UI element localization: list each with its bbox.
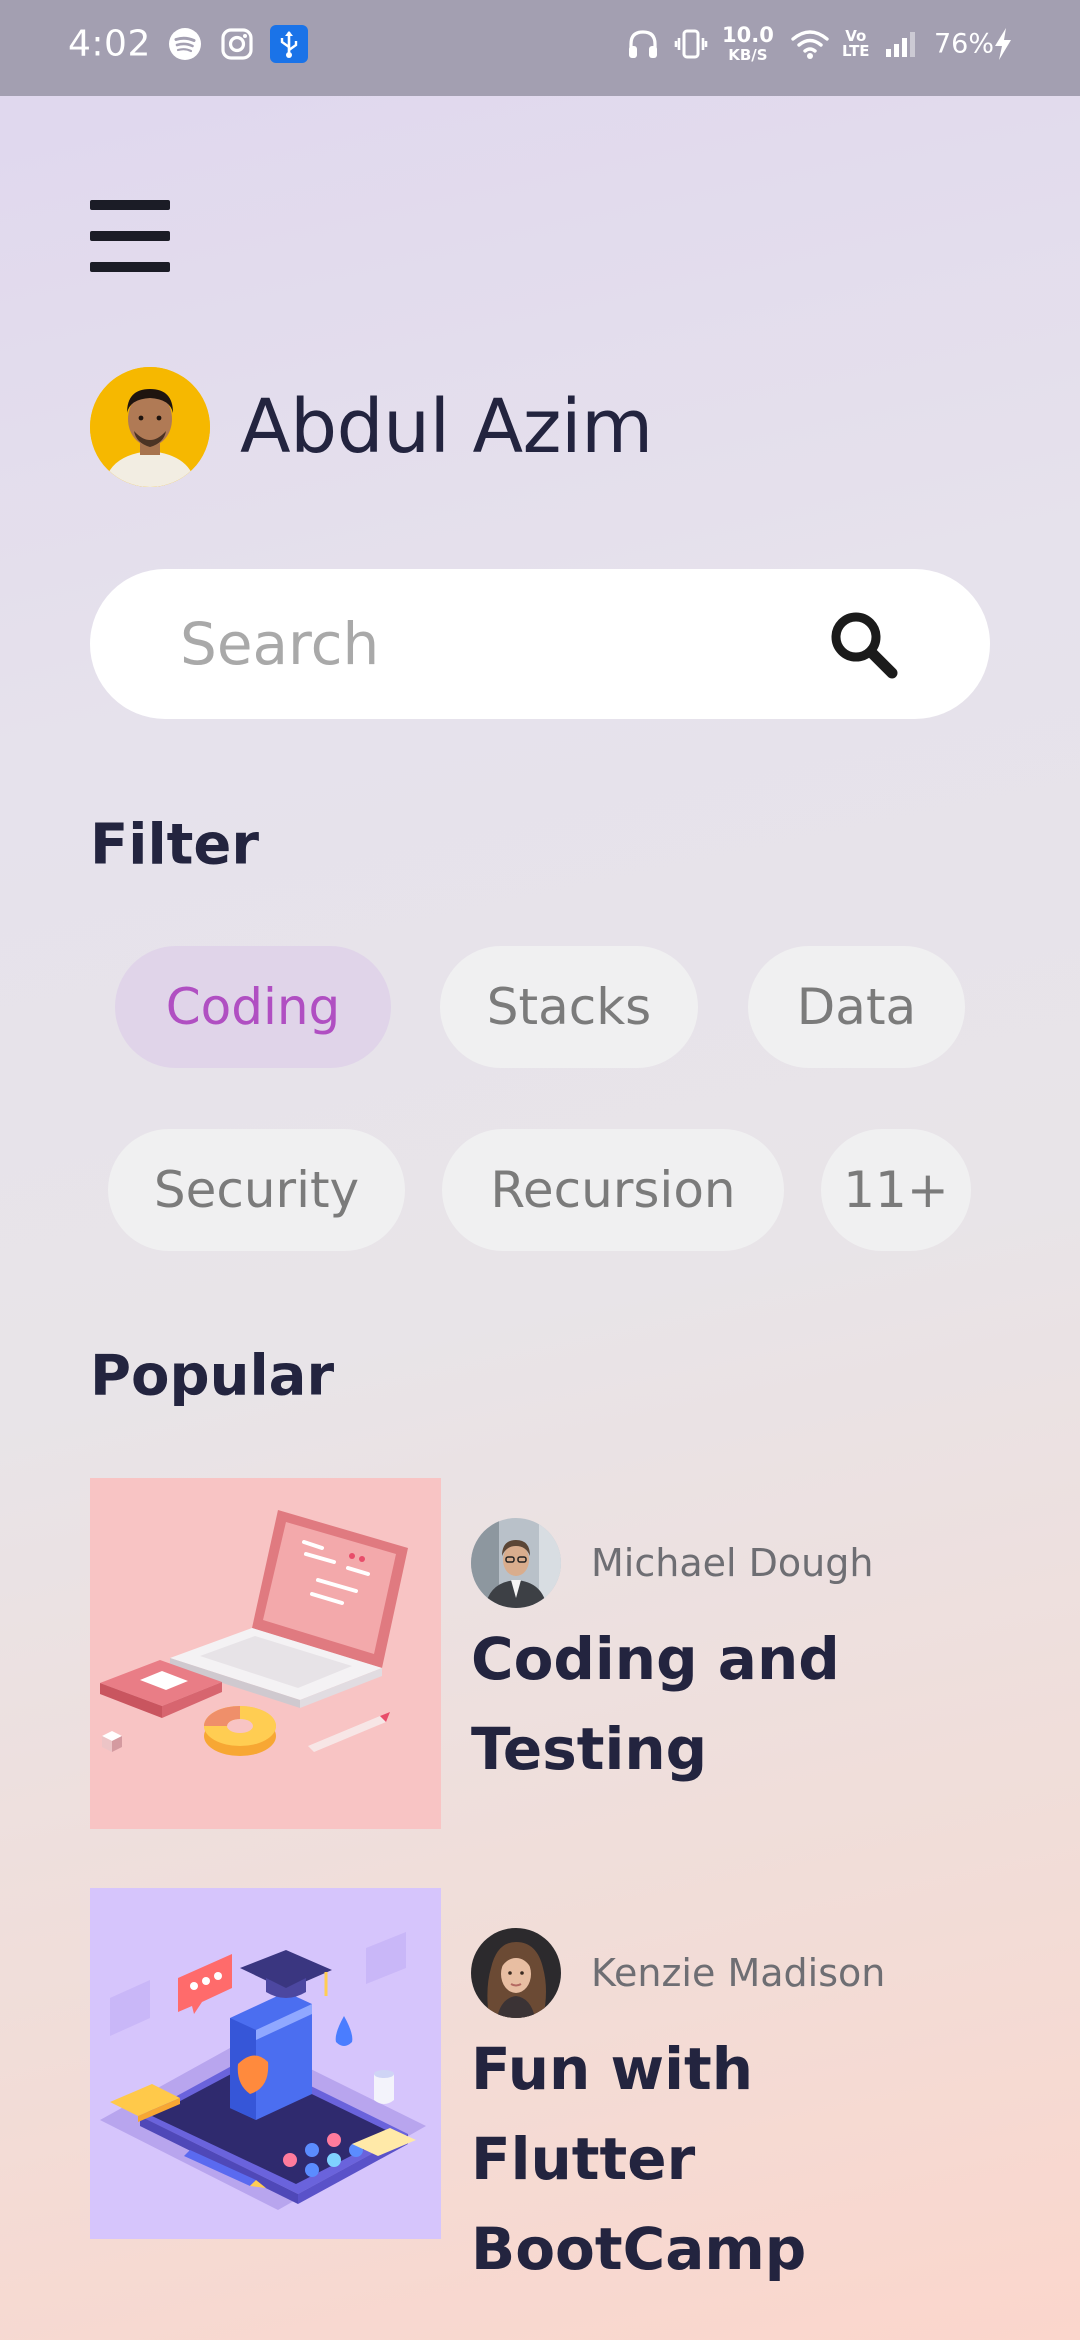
author-name: Kenzie Madison bbox=[591, 1951, 886, 1995]
course-title-line: Testing bbox=[471, 1715, 708, 1783]
popular-title: Popular bbox=[90, 1343, 335, 1409]
user-portrait-icon bbox=[90, 367, 210, 487]
spotify-icon bbox=[168, 27, 202, 61]
mobile-learning-illustration-icon bbox=[90, 1888, 441, 2239]
search-bar[interactable] bbox=[90, 569, 990, 719]
filter-chip-more[interactable]: 11+ bbox=[821, 1129, 971, 1251]
status-time: 4:02 bbox=[68, 23, 151, 65]
course-thumbnail bbox=[90, 1888, 441, 2239]
network-speed-unit: KB/S bbox=[728, 46, 768, 64]
volte-indicator: Vo LTE bbox=[842, 29, 870, 59]
search-icon[interactable] bbox=[826, 607, 902, 683]
instagram-icon bbox=[220, 27, 254, 61]
user-avatar[interactable] bbox=[90, 367, 210, 487]
filter-chip-security[interactable]: Security bbox=[108, 1129, 405, 1251]
network-speed: 10.0 KB/S bbox=[722, 25, 774, 63]
filter-chip-recursion[interactable]: Recursion bbox=[442, 1129, 784, 1251]
hamburger-menu-icon[interactable] bbox=[90, 200, 170, 272]
status-bar: 4:02 10.0 KB/S Vo LTE 76% bbox=[0, 0, 1080, 96]
headphones-icon bbox=[626, 27, 660, 61]
menu-bar bbox=[90, 231, 170, 241]
search-input[interactable] bbox=[180, 569, 800, 719]
user-name: Abdul Azim bbox=[240, 384, 653, 470]
author-portrait-icon bbox=[471, 1928, 561, 2018]
menu-bar bbox=[90, 262, 170, 272]
course-card[interactable]: Michael Dough Coding and Testing bbox=[90, 1478, 990, 1829]
course-card[interactable]: Kenzie Madison Fun with Flutter BootCamp bbox=[90, 1888, 990, 2283]
laptop-illustration-icon bbox=[90, 1478, 441, 1829]
menu-bar bbox=[90, 200, 170, 210]
filter-chip-data[interactable]: Data bbox=[748, 946, 965, 1068]
network-speed-value: 10.0 bbox=[722, 23, 774, 47]
charging-icon bbox=[992, 27, 1014, 61]
author-avatar bbox=[471, 1928, 561, 2018]
course-title[interactable]: Fun with Flutter BootCamp bbox=[471, 2024, 990, 2294]
course-title[interactable]: Coding and Testing bbox=[471, 1614, 990, 1794]
volte-bottom-label: LTE bbox=[842, 42, 870, 60]
usb-icon bbox=[270, 25, 308, 63]
signal-icon bbox=[884, 29, 918, 59]
course-title-line: Fun with Flutter bbox=[471, 2035, 753, 2193]
course-thumbnail bbox=[90, 1478, 441, 1829]
author-name: Michael Dough bbox=[591, 1541, 874, 1585]
filter-chip-coding[interactable]: Coding bbox=[115, 946, 391, 1068]
course-title-line: BootCamp bbox=[471, 2215, 807, 2283]
author-portrait-icon bbox=[471, 1518, 561, 1608]
filter-title: Filter bbox=[90, 812, 260, 878]
course-title-line: Coding and bbox=[471, 1625, 840, 1693]
filter-chip-stacks[interactable]: Stacks bbox=[440, 946, 698, 1068]
vibrate-icon bbox=[674, 27, 708, 61]
wifi-icon bbox=[790, 28, 830, 60]
battery-percent: 76% bbox=[934, 28, 995, 60]
author-avatar bbox=[471, 1518, 561, 1608]
